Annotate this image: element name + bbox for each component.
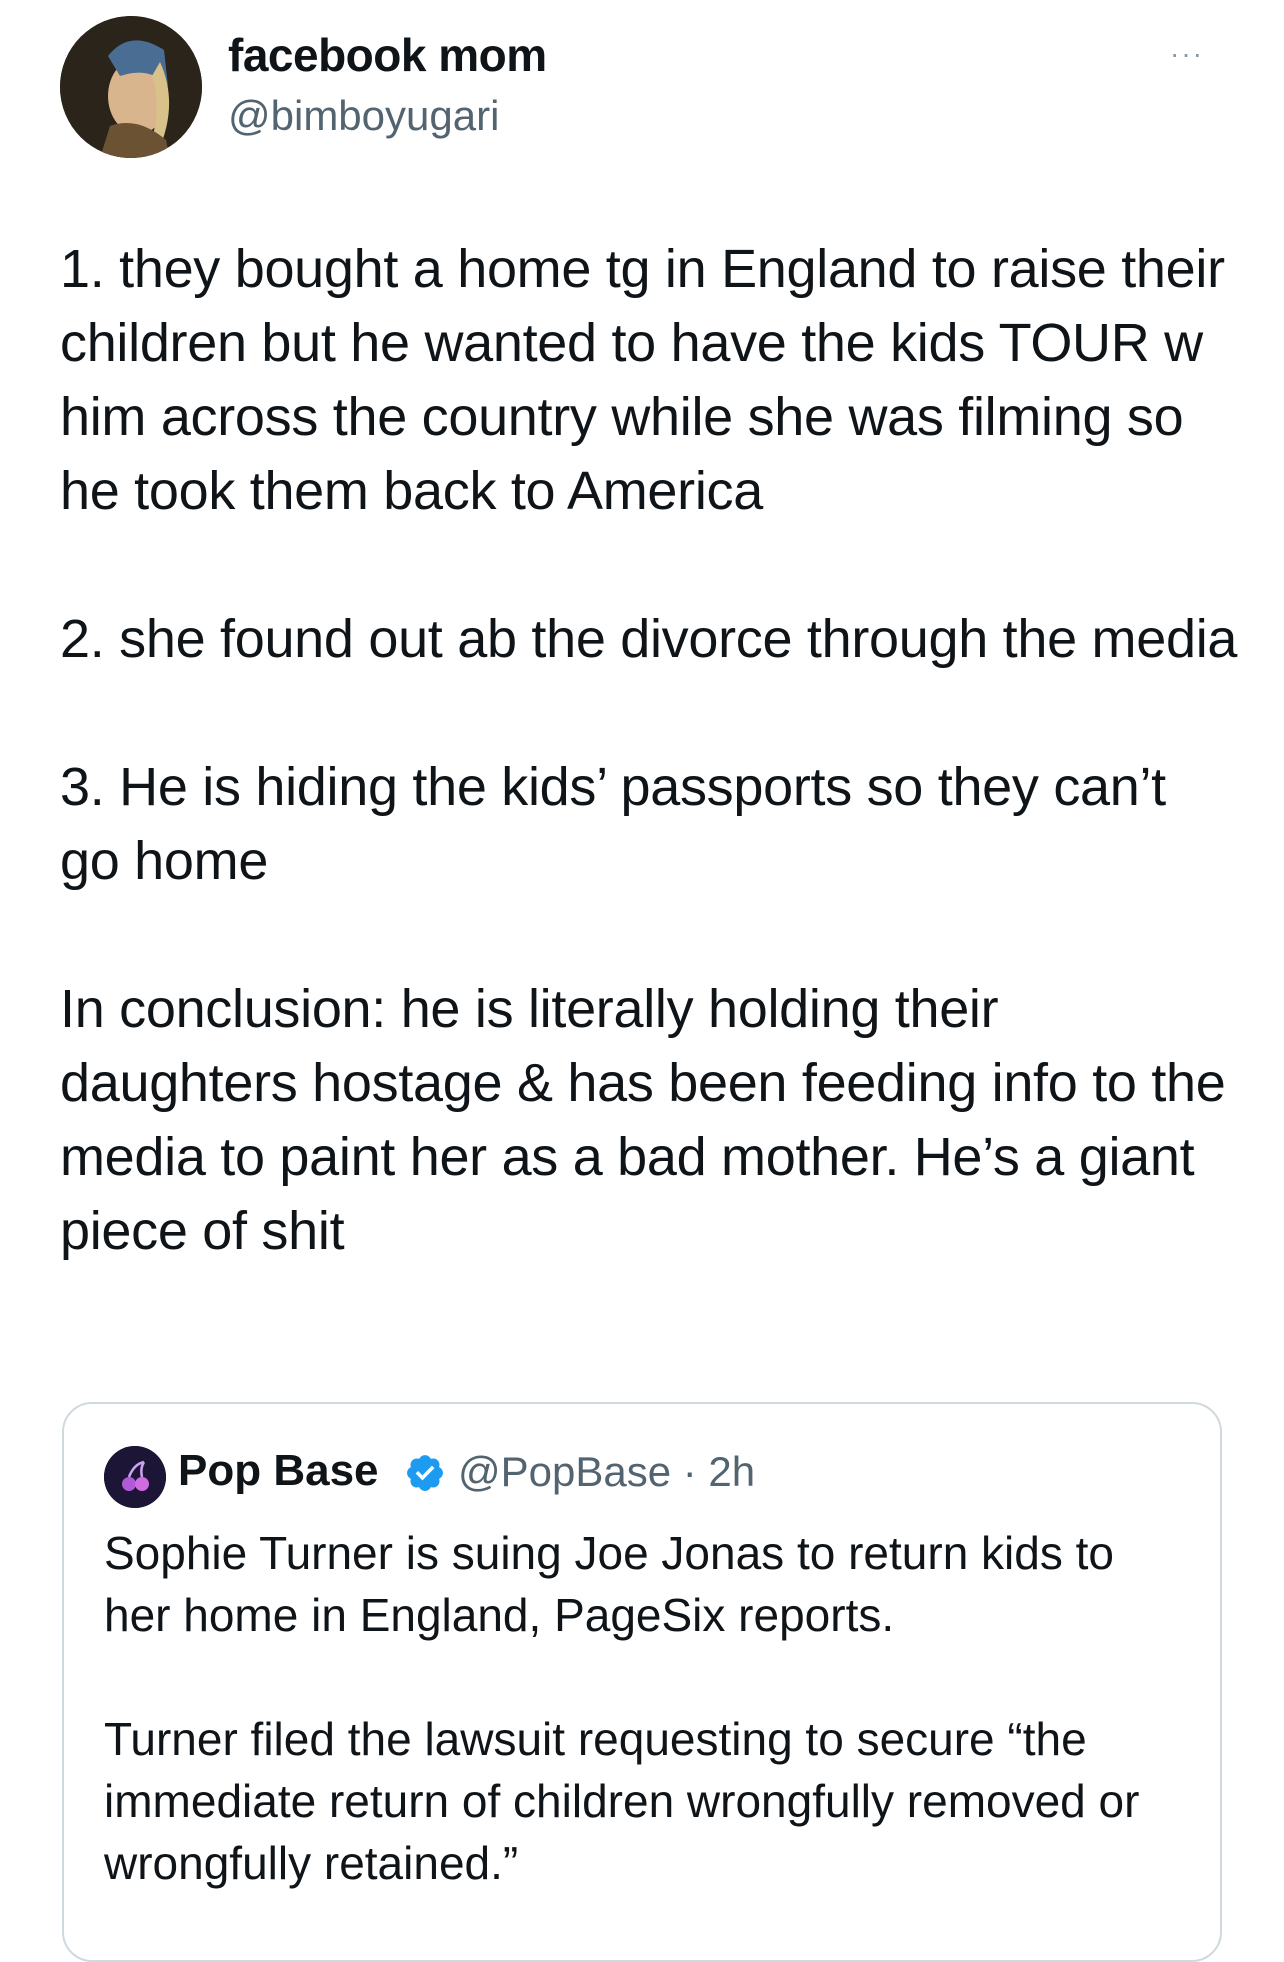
tweet-paragraph: 1. they bought a home tg in England to r… [60, 239, 1225, 521]
quoted-author-handle-time[interactable]: @PopBase · 2h [458, 1448, 755, 1496]
quoted-tweet-paragraph: Sophie Turner is suing Joe Jonas to retu… [104, 1527, 1115, 1641]
quoted-author-name[interactable]: Pop Base [178, 1446, 379, 1496]
verified-badge-icon [407, 1455, 443, 1491]
tweet-paragraph: 3. He is hiding the kids’ passports so t… [60, 757, 1166, 891]
tweet-text: 1. they bought a home tg in England to r… [60, 232, 1240, 1342]
author-display-name[interactable]: facebook mom [228, 28, 547, 82]
more-options-icon[interactable]: ··· [1170, 38, 1204, 70]
quoted-tweet-paragraph: Turner filed the lawsuit requesting to s… [104, 1713, 1140, 1889]
author-handle[interactable]: @bimboyugari [228, 92, 499, 140]
quoted-tweet-text: Sophie Turner is suing Joe Jonas to retu… [104, 1522, 1184, 1956]
quoted-tweet[interactable]: Pop Base @PopBase · 2h Sophie Turner is … [62, 1402, 1222, 1962]
author-avatar[interactable] [60, 16, 202, 158]
tweet-paragraph: In conclusion: he is literally holding t… [60, 979, 1226, 1261]
tweet-paragraph: 2. she found out ab the divorce through … [60, 609, 1238, 669]
quoted-author-avatar[interactable] [104, 1446, 166, 1508]
